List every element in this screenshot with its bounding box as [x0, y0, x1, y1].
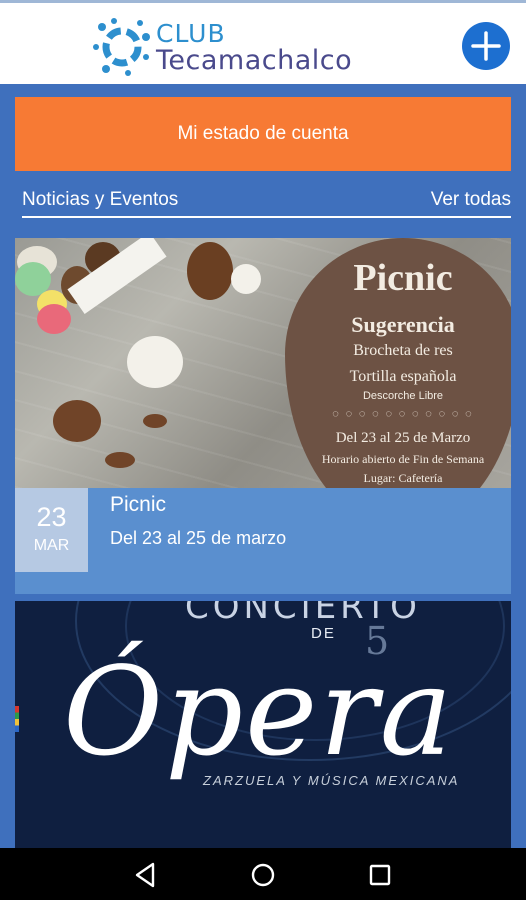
banner-title: Ópera — [63, 641, 455, 783]
event-card[interactable]: Picnic Sugerencia Brocheta de res Tortil… — [15, 238, 511, 594]
home-circle-icon[interactable] — [248, 860, 278, 890]
easter-egg-decoration — [37, 304, 71, 334]
banner-dates: Del 23 al 25 de Marzo — [335, 430, 471, 446]
add-button[interactable] — [462, 22, 510, 70]
account-statement-button[interactable]: Mi estado de cuenta — [15, 97, 511, 171]
back-triangle-icon[interactable] — [131, 860, 161, 890]
club-logo: CLUB Tecamachalco — [92, 13, 382, 79]
system-nav-bar — [0, 848, 526, 900]
broken-egg-decoration — [53, 400, 101, 442]
banner-subtitle: Sugerencia — [351, 312, 455, 337]
banner-line: Brocheta de res — [353, 342, 453, 359]
news-section-header: Noticias y Eventos Ver todas — [22, 188, 511, 218]
event-month: MAR — [33, 537, 70, 554]
view-all-link[interactable]: Ver todas — [431, 189, 511, 211]
food-icons-row: ◌ ◌ ◌ ◌ ◌ ◌ ◌ ◌ ◌ ◌ ◌ — [332, 408, 474, 420]
event-banner-image[interactable]: Picnic Sugerencia Brocheta de res Tortil… — [15, 238, 511, 488]
bunny-figurine — [231, 264, 261, 294]
event-title[interactable]: Picnic — [110, 493, 166, 517]
news-section-title: Noticias y Eventos — [22, 189, 179, 210]
banner-hours: Horario abierto de Fin de Semana — [321, 452, 485, 466]
event-day: 23 — [36, 502, 67, 532]
logo-name-text: Tecamachalco — [156, 45, 353, 76]
banner-place: Lugar: Cafetería — [363, 471, 443, 485]
logo-club-text: CLUB — [156, 19, 226, 48]
banner-line: Tortilla española — [349, 368, 457, 385]
banner-subtitle: ZARZUELA Y MÚSICA MEXICANA — [203, 773, 460, 788]
banner-de-text: DE — [311, 625, 336, 642]
event-date-badge: 23 MAR — [15, 488, 88, 572]
plus-icon — [471, 31, 501, 61]
logo-mark-icon — [93, 18, 150, 76]
event-card[interactable]: CONCIERTO DE 5 Ópera ZARZUELA Y MÚSICA M… — [15, 601, 511, 851]
event-date-text: Del 23 al 25 de marzo — [110, 528, 287, 548]
bunny-figurine — [127, 336, 183, 388]
banner-line: Descorche Libre — [362, 390, 444, 402]
chocolate-egg-decoration — [187, 242, 233, 300]
chocolate-shard-decoration — [143, 414, 167, 428]
banner-title: Picnic — [353, 257, 453, 299]
chocolate-shard-decoration — [105, 452, 135, 468]
flag-stripe-decoration — [15, 706, 19, 732]
recents-square-icon[interactable] — [365, 860, 395, 890]
app-header: CLUB Tecamachalco — [0, 0, 526, 84]
